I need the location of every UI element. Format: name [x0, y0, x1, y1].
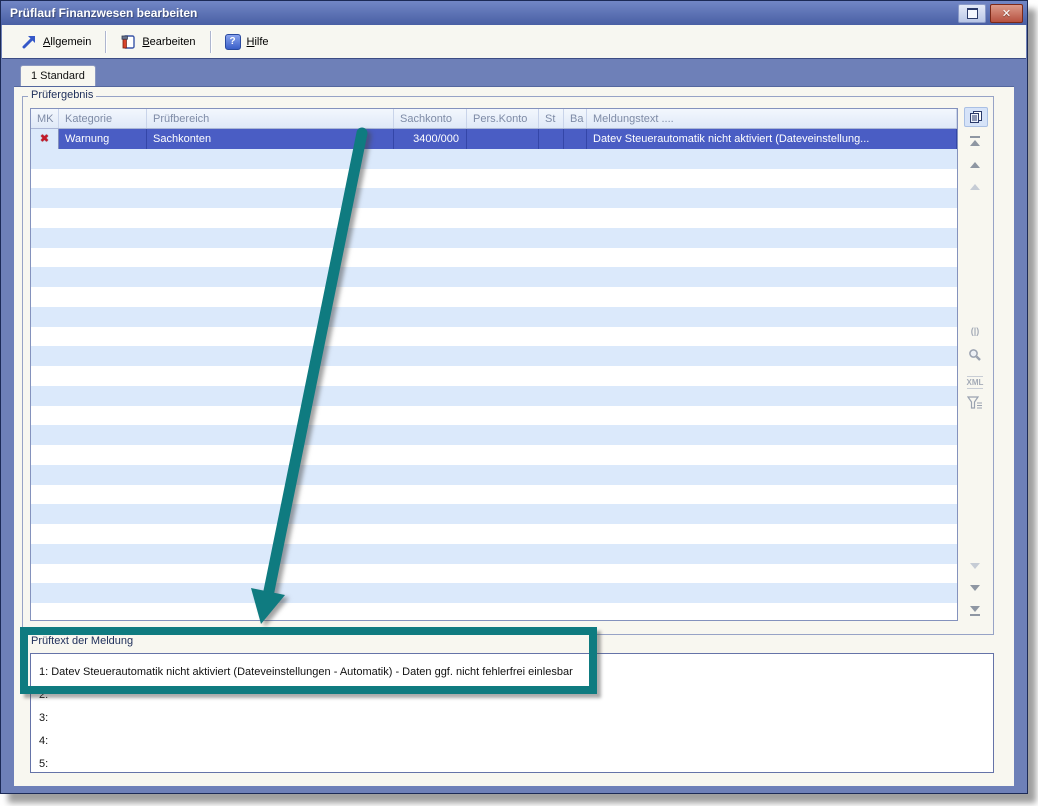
empty-row[interactable] [31, 287, 957, 307]
empty-row[interactable] [31, 544, 957, 564]
hammer-icon [120, 34, 136, 50]
scroll-pageup-icon[interactable] [964, 156, 986, 174]
empty-row[interactable] [31, 445, 957, 465]
empty-row[interactable] [31, 564, 957, 584]
message-line-4: 4: [39, 730, 993, 753]
hilfe-button[interactable]: ? Hilfe [216, 30, 278, 54]
window-bottom-border [1, 786, 1027, 794]
empty-row[interactable] [31, 465, 957, 485]
column-width-icon[interactable]: (|) [964, 322, 986, 340]
cell-6 [564, 129, 587, 149]
main-panel: Prüfergebnis MKKategoriePrüfbereichSachk… [14, 86, 1014, 786]
column-header-ba[interactable]: Ba [564, 109, 587, 128]
error-x-icon: ✖ [40, 132, 49, 145]
column-header-meldungstext[interactable]: Meldungstext .... [587, 109, 957, 128]
empty-row[interactable] [31, 248, 957, 268]
empty-row[interactable] [31, 149, 957, 169]
triangle [970, 585, 980, 591]
bearbeiten-button[interactable]: Bearbeiten [111, 30, 204, 54]
grid-body: ✖ WarnungSachkonten3400/000 Datev Steuerau… [31, 129, 957, 621]
toolbar: Allgemein Bearbeiten? Hilfe [2, 25, 1026, 59]
arrow-up-right-icon [21, 34, 37, 50]
triangle [970, 563, 980, 569]
message-group-label: Prüftext der Meldung [28, 635, 136, 647]
window-title: Prüflauf Finanzwesen bearbeiten [10, 6, 954, 20]
message-text-area[interactable]: 1: Datev Steuerautomatik nicht aktiviert… [30, 653, 994, 773]
xml-glyph: XML [967, 376, 984, 389]
empty-row[interactable] [31, 504, 957, 524]
scroll-bottom-icon[interactable] [964, 600, 986, 618]
allgemein-button[interactable]: Allgemein [12, 30, 100, 54]
empty-row[interactable] [31, 425, 957, 445]
column-header-kategorie[interactable]: Kategorie [59, 109, 147, 128]
result-row-selected[interactable]: ✖ WarnungSachkonten3400/000 Datev Steuerau… [31, 129, 957, 149]
empty-row[interactable] [31, 169, 957, 189]
empty-row[interactable] [31, 603, 957, 621]
toolbar-button-label: Allgemein [43, 36, 91, 48]
toolbar-separator [105, 31, 106, 53]
triangle [970, 606, 980, 612]
toolbar-button-label: Hilfe [247, 36, 269, 48]
tab-label: 1 Standard [31, 70, 85, 82]
toolbar-separator [210, 31, 211, 53]
mark-cell: ✖ [31, 129, 59, 149]
tab-strip: 1 Standard [1, 59, 1027, 86]
restore-icon [967, 8, 978, 19]
column-header-perskonto[interactable]: Pers.Konto [467, 109, 539, 128]
cell-3: 3400/000 [394, 129, 467, 149]
scroll-down-icon[interactable] [964, 557, 986, 575]
cell-4 [467, 129, 539, 149]
column-header-prfbereich[interactable]: Prüfbereich [147, 109, 394, 128]
empty-row[interactable] [31, 307, 957, 327]
column-header-sachkonto[interactable]: Sachkonto [394, 109, 467, 128]
result-grid[interactable]: MKKategoriePrüfbereichSachkontoPers.Kont… [30, 108, 958, 621]
help-icon: ? [225, 34, 241, 50]
triangle [970, 162, 980, 168]
scroll-up-icon[interactable] [964, 178, 986, 196]
column-header-mk[interactable]: MK [31, 109, 59, 128]
paren-glyph: (|) [971, 326, 980, 336]
cell-2: Sachkonten [147, 129, 394, 149]
cell-1: Warnung [59, 129, 147, 149]
result-group-label: Prüfergebnis [28, 89, 96, 101]
dialog-window: Prüflauf Finanzwesen bearbeiten ✕ Allgem… [0, 0, 1028, 794]
empty-row[interactable] [31, 485, 957, 505]
column-header-st[interactable]: St [539, 109, 564, 128]
message-line-1: 1: Datev Steuerautomatik nicht aktiviert… [39, 661, 993, 684]
toolbar-button-label: Bearbeiten [142, 36, 195, 48]
close-icon: ✕ [1002, 7, 1011, 20]
filter-icon[interactable] [964, 394, 986, 412]
empty-row[interactable] [31, 327, 957, 347]
close-button[interactable]: ✕ [990, 4, 1023, 23]
message-line-3: 3: [39, 707, 993, 730]
titlebar[interactable]: Prüflauf Finanzwesen bearbeiten ✕ [1, 1, 1027, 25]
xml-export-icon[interactable]: XML [964, 373, 986, 391]
scroll-pagedown-icon[interactable] [964, 579, 986, 597]
copy-grid-icon[interactable] [964, 107, 988, 127]
empty-row[interactable] [31, 208, 957, 228]
message-line-2: 2: [39, 684, 993, 707]
empty-row[interactable] [31, 386, 957, 406]
grid-header: MKKategoriePrüfbereichSachkontoPers.Kont… [31, 109, 957, 129]
empty-row[interactable] [31, 583, 957, 603]
message-line-5: 5: [39, 753, 993, 776]
empty-row[interactable] [31, 228, 957, 248]
scroll-top-icon[interactable] [964, 134, 986, 152]
grid-side-toolbar: (|) XML [960, 89, 1004, 633]
tab-standard[interactable]: 1 Standard [20, 65, 96, 86]
cell-7: Datev Steuerautomatik nicht aktiviert (D… [587, 129, 957, 149]
screen: Prüflauf Finanzwesen bearbeiten ✕ Allgem… [0, 0, 1038, 806]
question-mark: ? [225, 34, 241, 50]
empty-row[interactable] [31, 406, 957, 426]
search-icon[interactable] [964, 346, 986, 364]
cell-5 [539, 129, 564, 149]
triangle [970, 184, 980, 190]
empty-row[interactable] [31, 366, 957, 386]
empty-row[interactable] [31, 524, 957, 544]
triangle [970, 140, 980, 146]
restore-button[interactable] [958, 4, 986, 23]
empty-row[interactable] [31, 188, 957, 208]
empty-row[interactable] [31, 267, 957, 287]
empty-row[interactable] [31, 346, 957, 366]
